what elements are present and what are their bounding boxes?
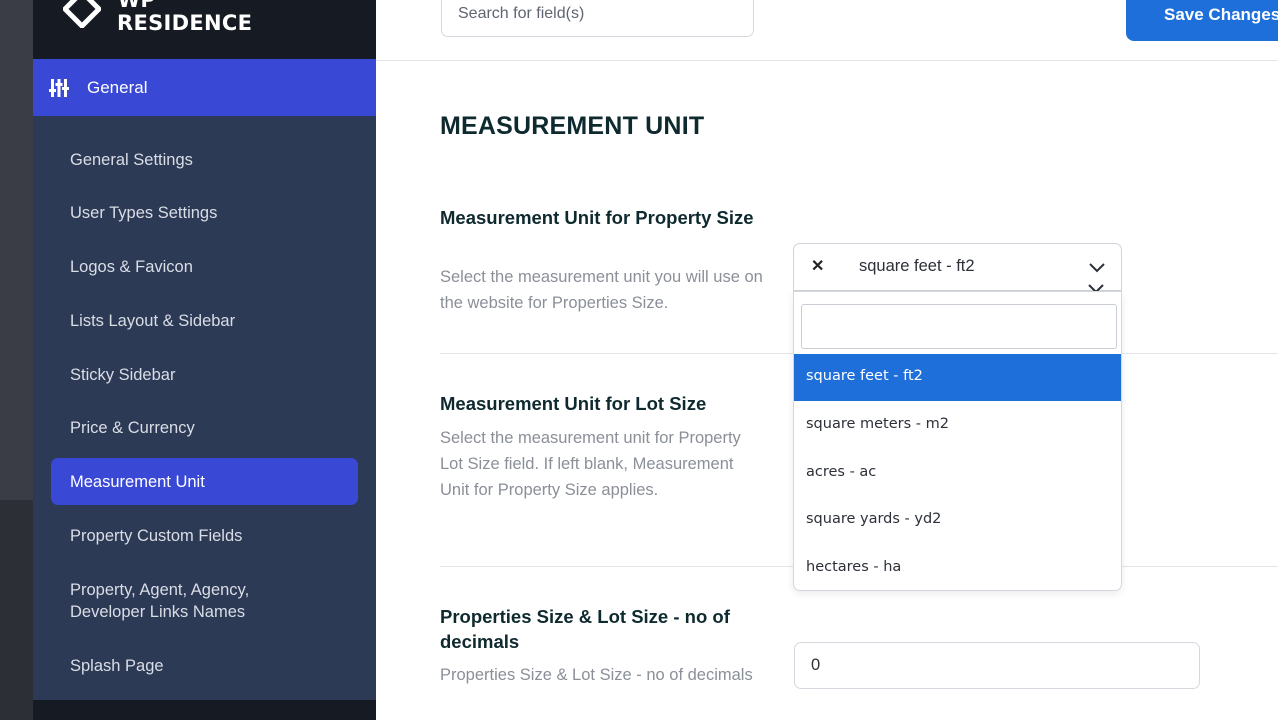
property-size-unit-description: Select the measurement unit you will use… [440,268,763,312]
sidebar-item-user-types-settings[interactable]: User Types Settings [51,202,358,224]
window-edge [0,0,33,720]
decimals-title: Properties Size & Lot Size - no of decim… [440,606,730,652]
field-search-input[interactable]: Search for field(s) [441,0,754,37]
lot-size-unit-description: Select the measurement unit for Property… [440,429,741,499]
sidebar-item-lists-layout-sidebar[interactable]: Lists Layout & Sidebar [51,310,358,332]
sidebar: WP RESIDENCE General General Settings Us… [33,0,376,720]
close-icon[interactable]: ✕ [811,256,824,276]
sidebar-item-logos-favicon[interactable]: Logos & Favicon [51,256,358,278]
window-edge-lower [0,500,33,720]
dropdown-option[interactable]: square feet - ft2 [794,354,1121,401]
sidebar-item-price-currency[interactable]: Price & Currency [51,417,358,439]
topbar: Search for field(s) Save Changes [376,0,1278,61]
save-changes-button[interactable]: Save Changes [1126,0,1278,41]
sidebar-item-property-custom-fields[interactable]: Property Custom Fields [51,525,358,547]
logo[interactable]: WP RESIDENCE [33,0,376,59]
dropdown-option[interactable]: square yards - yd2 [794,497,1121,544]
sidebar-footer [33,700,376,720]
dropdown-option[interactable]: acres - ac [794,450,1121,497]
sidebar-item-links-names[interactable]: Property, Agent, Agency, Developer Links… [51,579,311,623]
sidebar-item-measurement-unit[interactable]: Measurement Unit [51,458,358,505]
logo-text: RESIDENCE [117,11,253,35]
page-title: MEASUREMENT UNIT [440,112,705,140]
decimals-description: Properties Size & Lot Size - no of decim… [440,666,753,684]
sidebar-item-sticky-sidebar[interactable]: Sticky Sidebar [51,364,358,386]
lot-size-unit-title: Measurement Unit for Lot Size [440,393,707,414]
sliders-icon [49,79,69,97]
dropdown-search-input[interactable] [801,304,1117,349]
decimals-input[interactable]: 0 [794,642,1200,689]
dropdown-option[interactable]: hectares - ha [794,545,1121,592]
select-value: square feet - ft2 [859,257,975,275]
logo-diamond-icon [63,0,101,28]
sidebar-section-general[interactable]: General [33,59,376,116]
sidebar-item-splash-page[interactable]: Splash Page [51,655,358,677]
property-size-unit-title: Measurement Unit for Property Size [440,207,754,228]
sidebar-item-general-settings[interactable]: General Settings [51,149,358,171]
chevron-down-icon[interactable] [1088,262,1106,274]
dropdown-option[interactable]: square meters - m2 [794,402,1121,449]
sidebar-section-label: General [87,78,148,97]
unit-dropdown: square feet - ft2 square meters - m2 acr… [793,291,1122,591]
property-size-unit-select[interactable]: ✕ square feet - ft2 [793,243,1122,291]
